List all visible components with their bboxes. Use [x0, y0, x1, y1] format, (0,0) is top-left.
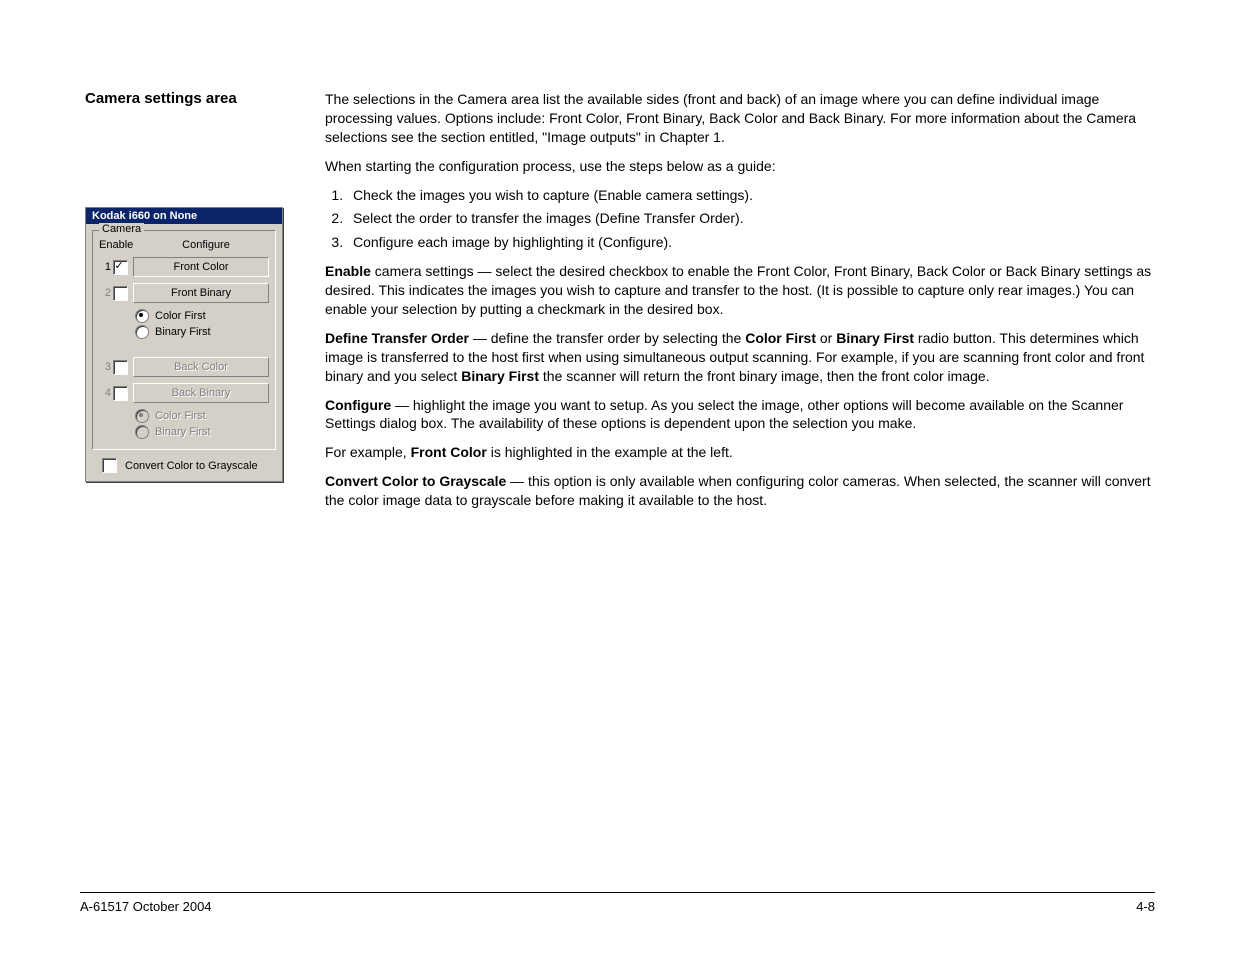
section-heading: Camera settings area — [85, 90, 295, 107]
back-color-button[interactable]: Back Color — [133, 357, 269, 377]
camera-row-1: 1 Front Color — [99, 257, 269, 277]
step-3: Configure each image by highlighting it … — [347, 233, 1155, 252]
front-color-button[interactable]: Front Color — [133, 257, 269, 277]
page-footer: A-61517 October 2004 4-8 — [80, 892, 1155, 914]
radio-color-first-front[interactable]: Color First — [135, 309, 269, 323]
row-number: 4 — [99, 387, 111, 399]
text: highlight the image you want to setup. A… — [325, 397, 1123, 432]
dash-icon: — — [473, 329, 487, 348]
header-enable: Enable — [99, 239, 143, 251]
enable-checkbox-4[interactable] — [111, 386, 129, 401]
radio-label: Binary First — [155, 426, 211, 438]
radio-binary-first-front[interactable]: Binary First — [135, 325, 269, 339]
enable-paragraph: Enable camera settings — select the desi… — [325, 262, 1155, 319]
row-number: 3 — [99, 361, 111, 373]
footer-right: 4-8 — [1136, 899, 1155, 914]
bold-text: Convert Color to Grayscale — [325, 473, 506, 489]
grayscale-paragraph: Convert Color to Grayscale — this option… — [325, 472, 1155, 510]
camera-fieldset: Camera Enable Configure 1 Front Color 2 … — [92, 230, 276, 450]
back-order-radios: Color First Binary First — [135, 409, 269, 439]
configure-paragraph: Configure — highlight the image you want… — [325, 396, 1155, 434]
camera-row-3: 3 Back Color — [99, 357, 269, 377]
dto-paragraph: Define Transfer Order — define the trans… — [325, 329, 1155, 386]
body-text: The selections in the Camera area list t… — [325, 90, 1155, 520]
bold-text: Configure — [325, 397, 391, 413]
radio-color-first-back: Color First — [135, 409, 269, 423]
intro-paragraph: The selections in the Camera area list t… — [325, 90, 1155, 147]
step-2: Select the order to transfer the images … — [347, 209, 1155, 228]
row-number: 1 — [99, 261, 111, 273]
dash-icon: — — [510, 472, 524, 491]
back-binary-button[interactable]: Back Binary — [133, 383, 269, 403]
camera-row-4: 4 Back Binary — [99, 383, 269, 403]
text: For example, — [325, 444, 411, 460]
example-paragraph: For example, Front Color is highlighted … — [325, 443, 1155, 462]
bold-text: Color First — [745, 330, 816, 346]
camera-dialog: Kodak i660 on None Camera Enable Configu… — [85, 207, 283, 482]
enable-checkbox-2[interactable] — [111, 286, 129, 301]
steps-list: Check the images you wish to capture (En… — [325, 186, 1155, 253]
bold-text: Define Transfer Order — [325, 330, 469, 346]
dialog-title: Kodak i660 on None — [86, 208, 282, 224]
dash-icon: — — [478, 262, 492, 281]
front-order-radios: Color First Binary First — [135, 309, 269, 339]
bold-text: Binary First — [836, 330, 914, 346]
enable-checkbox-3[interactable] — [111, 360, 129, 375]
radio-label: Color First — [155, 310, 206, 322]
row-number: 2 — [99, 287, 111, 299]
footer-left: A-61517 October 2004 — [80, 899, 212, 914]
grayscale-label: Convert Color to Grayscale — [125, 460, 258, 472]
text: define the transfer order by selecting t… — [487, 330, 745, 346]
radio-label: Color First — [155, 410, 206, 422]
front-binary-button[interactable]: Front Binary — [133, 283, 269, 303]
text: or — [816, 330, 836, 346]
bold-text: Binary First — [461, 368, 539, 384]
dash-icon: — — [395, 396, 409, 415]
bold-text: Front Color — [411, 444, 487, 460]
step-1: Check the images you wish to capture (En… — [347, 186, 1155, 205]
grayscale-row: Convert Color to Grayscale — [86, 454, 282, 481]
header-row: Enable Configure — [99, 239, 269, 251]
camera-row-2: 2 Front Binary — [99, 283, 269, 303]
radio-binary-first-back: Binary First — [135, 425, 269, 439]
text: is highlighted in the example at the lef… — [487, 444, 733, 460]
enable-checkbox-1[interactable] — [111, 260, 129, 275]
guide-intro: When starting the configuration process,… — [325, 157, 1155, 176]
header-configure: Configure — [143, 239, 269, 251]
grayscale-checkbox[interactable] — [102, 458, 117, 473]
fieldset-legend: Camera — [99, 223, 144, 235]
bold-text: Enable — [325, 263, 371, 279]
radio-label: Binary First — [155, 326, 211, 338]
text: the scanner will return the front binary… — [539, 368, 990, 384]
text: camera settings — [371, 263, 478, 279]
